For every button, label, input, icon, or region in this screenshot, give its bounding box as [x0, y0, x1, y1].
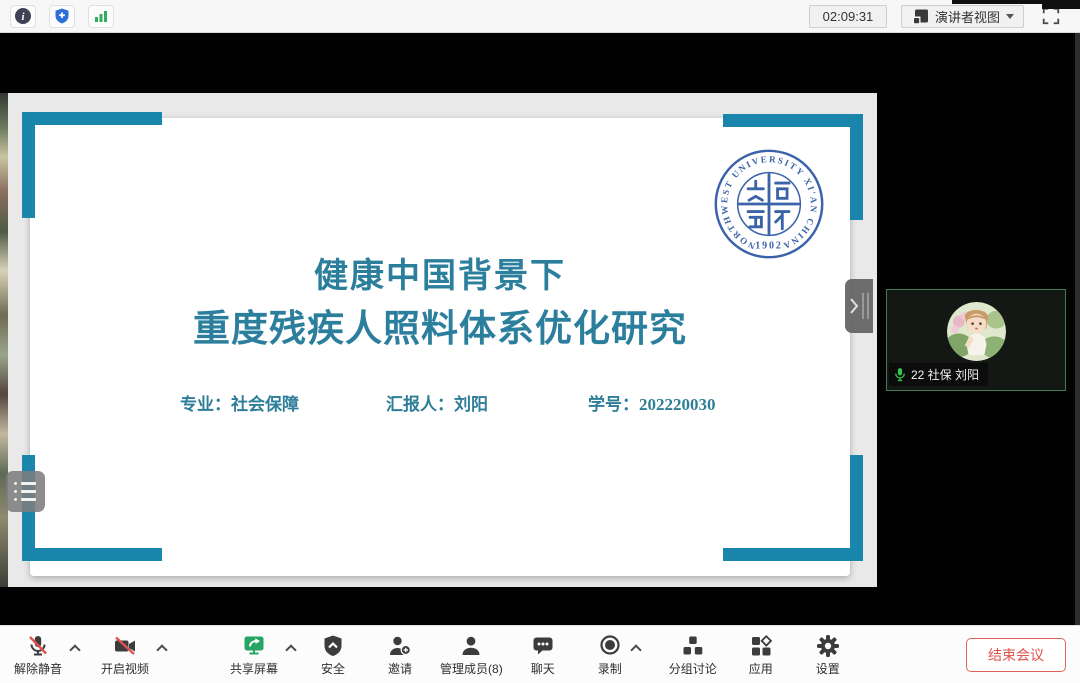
corner-bracket-bottom-left: [22, 548, 162, 561]
chevron-right-icon: [849, 291, 859, 321]
toolbar-label: 录制: [598, 660, 622, 677]
logo-year: 1902: [755, 241, 783, 252]
top-right-controls: 02:09:31 演讲者视图: [809, 4, 1064, 28]
chat-icon: [530, 633, 556, 659]
student-id-label: 学号：202220030: [588, 390, 716, 415]
corner-bracket-top-left: [22, 112, 162, 125]
corner-bracket-top-right: [850, 114, 863, 220]
toolbar-label: 解除静音: [14, 660, 62, 677]
chevron-up-icon[interactable]: [285, 644, 296, 655]
toolbar-item-share-screen[interactable]: 共享屏幕: [230, 633, 278, 677]
apps-icon: [748, 633, 774, 659]
right-edge-strip: [1075, 33, 1080, 625]
camera-muted-icon: [112, 633, 138, 659]
view-mode-button[interactable]: 演讲者视图: [901, 5, 1024, 28]
toolbar-label: 设置: [816, 660, 840, 677]
presenter-label: 汇报人：刘阳: [386, 390, 488, 415]
toolbar-group-video: 开启视频: [101, 633, 166, 677]
chevron-up-icon[interactable]: [630, 644, 641, 655]
breakout-rooms-icon: [680, 633, 706, 659]
list-icon: [14, 490, 45, 493]
meeting-protect-button[interactable]: [49, 5, 75, 28]
toolbar-group-audio: 解除静音: [14, 633, 79, 677]
annotation-toolbar-handle[interactable]: [6, 471, 45, 512]
top-bar: i 02:09:31: [0, 0, 1080, 33]
signal-bars-icon: [92, 7, 110, 25]
window-edge-sliver: [1042, 0, 1080, 9]
toolbar-group-record: 录制: [597, 633, 640, 677]
toolbar-label: 共享屏幕: [230, 660, 278, 677]
desktop-background-sliver: [0, 93, 8, 587]
view-mode-label: 演讲者视图: [935, 7, 1000, 26]
participant-avatar: [947, 302, 1006, 361]
fullscreen-icon: [1041, 6, 1061, 26]
shield-plus-icon: [53, 7, 71, 25]
list-icon: [14, 482, 45, 485]
slide-area: 健康中国背景下 重度残疾人照料体系优化研究 专业：社会保障 汇报人：刘阳 学号：…: [8, 93, 877, 587]
toolbar-item-chat[interactable]: 聊天: [530, 633, 556, 677]
major-label: 专业：社会保障: [180, 390, 299, 415]
meeting-window: i 02:09:31: [0, 0, 1080, 683]
members-icon: [458, 633, 484, 659]
toolbar-item-settings[interactable]: 设置: [815, 633, 841, 677]
toolbar-item-manage-members[interactable]: 管理成员(8): [440, 633, 503, 677]
slide-title-line2: 重度残疾人照料体系优化研究: [30, 298, 850, 352]
handle-grip: [867, 293, 869, 319]
toolbar-label: 邀请: [388, 660, 412, 677]
toolbar-label: 管理成员(8): [440, 660, 503, 677]
participant-tile[interactable]: 22 社保 刘阳: [886, 289, 1066, 391]
toolbar-item-security[interactable]: 安全: [320, 633, 346, 677]
list-icon: [14, 498, 45, 501]
toolbar-item-record[interactable]: 录制: [597, 633, 623, 677]
toolbar-item-breakout-rooms[interactable]: 分组讨论: [669, 633, 717, 677]
participant-name-bar: 22 社保 刘阳: [889, 363, 988, 386]
security-shield-icon: [320, 633, 346, 659]
corner-bracket-bottom-right: [850, 455, 863, 561]
meeting-timer: 02:09:31: [809, 5, 887, 28]
settings-gear-icon: [815, 633, 841, 659]
toolbar-label: 分组讨论: [669, 660, 717, 677]
mic-on-icon: [894, 367, 906, 382]
mic-muted-icon: [25, 633, 51, 659]
info-icon: i: [14, 7, 32, 25]
panel-collapse-handle[interactable]: [845, 279, 873, 333]
meeting-info-button[interactable]: i: [10, 5, 36, 28]
toolbar-item-apps[interactable]: 应用: [748, 633, 774, 677]
record-icon: [597, 633, 623, 659]
participant-name: 22 社保 刘阳: [911, 366, 979, 383]
top-left-icons: i: [10, 5, 114, 28]
corner-bracket-bottom-right: [723, 548, 863, 561]
corner-bracket-top-right: [723, 114, 863, 127]
invite-icon: [387, 633, 413, 659]
corner-bracket-top-left: [22, 112, 35, 218]
chevron-up-icon[interactable]: [156, 644, 167, 655]
bottom-toolbar: 解除静音 开启视频: [0, 625, 1080, 683]
toolbar-group-share: 共享屏幕: [230, 633, 295, 677]
share-screen-icon: [241, 633, 267, 659]
toolbar-label: 开启视频: [101, 660, 149, 677]
chevron-up-icon[interactable]: [69, 644, 80, 655]
toolbar-item-unmute[interactable]: 解除静音: [14, 633, 62, 677]
handle-grip: [862, 293, 864, 319]
toolbar-label: 应用: [749, 660, 773, 677]
end-meeting-button[interactable]: 结束会议: [966, 638, 1066, 672]
toolbar-label: 安全: [321, 660, 345, 677]
university-logo: NORTHWEST UNIVERSITY XI'AN CHINA 1902: [712, 147, 826, 261]
toolbar-item-start-video[interactable]: 开启视频: [101, 633, 149, 677]
toolbar-label: 聊天: [531, 660, 555, 677]
network-status-button[interactable]: [88, 5, 114, 28]
toolbar-item-invite[interactable]: 邀请: [387, 633, 413, 677]
caret-down-icon: [1006, 14, 1014, 19]
layout-icon: [911, 7, 929, 25]
